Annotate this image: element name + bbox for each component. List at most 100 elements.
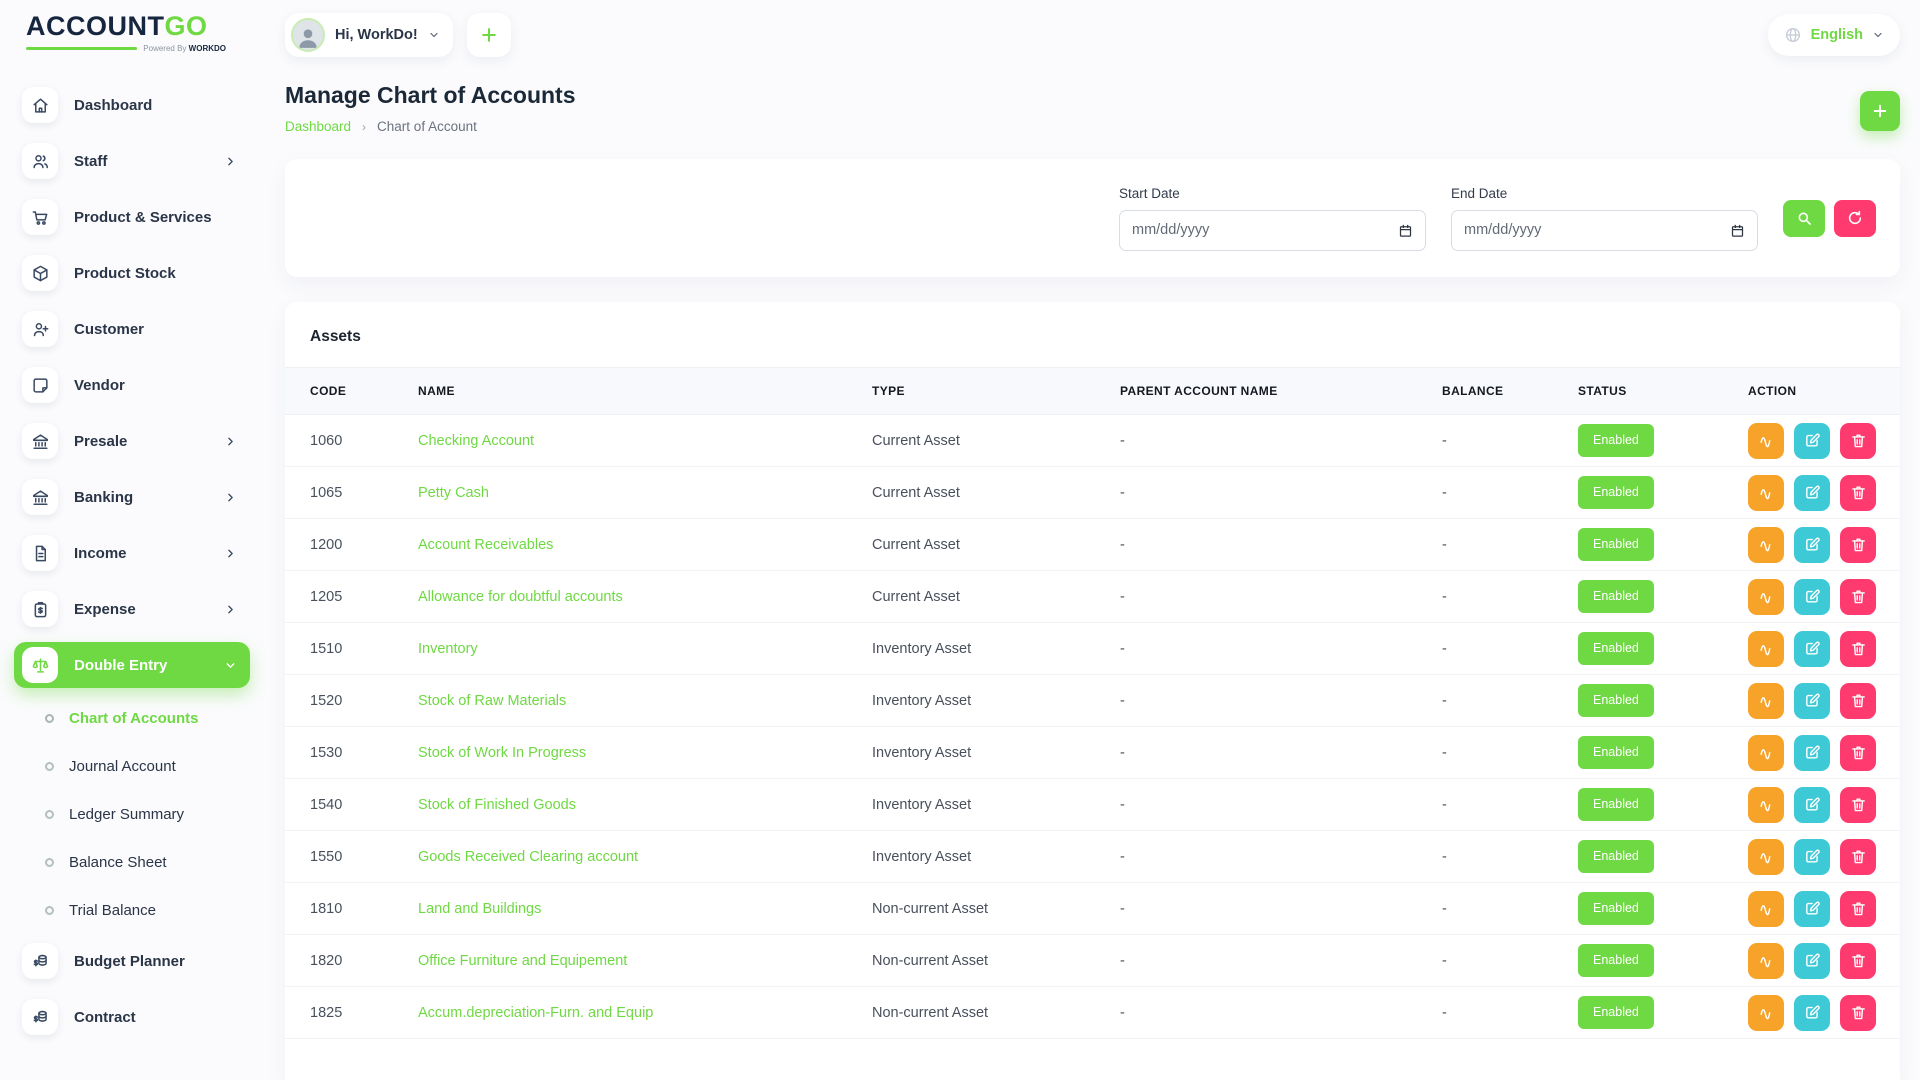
delete-button[interactable] xyxy=(1840,423,1876,459)
account-link[interactable]: Accum.depreciation-Furn. and Equip xyxy=(418,1005,653,1021)
sidebar-item-contract[interactable]: Contract xyxy=(14,994,250,1040)
activity-button[interactable] xyxy=(1748,787,1784,823)
bank-icon xyxy=(22,479,58,515)
delete-button[interactable] xyxy=(1840,527,1876,563)
delete-button[interactable] xyxy=(1840,631,1876,667)
activity-button[interactable] xyxy=(1748,735,1784,771)
edit-button[interactable] xyxy=(1794,943,1830,979)
reset-button[interactable] xyxy=(1834,200,1876,237)
delete-button[interactable] xyxy=(1840,579,1876,615)
breadcrumb: Dashboard › Chart of Account xyxy=(285,119,576,134)
edit-icon xyxy=(1804,744,1821,761)
edit-button[interactable] xyxy=(1794,995,1830,1031)
sidebar-item-income[interactable]: Income xyxy=(14,530,250,576)
sidebar-item-customer[interactable]: Customer xyxy=(14,306,250,352)
edit-button[interactable] xyxy=(1794,839,1830,875)
brand-logo[interactable]: ACCOUNTGO Powered By WORKDO xyxy=(0,0,262,58)
end-date-input[interactable]: mm/dd/yyyy xyxy=(1451,210,1758,251)
account-link[interactable]: Allowance for doubtful accounts xyxy=(418,589,623,605)
activity-button[interactable] xyxy=(1748,995,1784,1031)
quick-add-button[interactable] xyxy=(467,13,511,57)
cell-code: 1205 xyxy=(285,571,418,623)
trash-icon xyxy=(1850,588,1867,605)
activity-button[interactable] xyxy=(1748,891,1784,927)
sidebar-item-product-stock[interactable]: Product Stock xyxy=(14,250,250,296)
activity-button[interactable] xyxy=(1748,631,1784,667)
trash-icon xyxy=(1850,796,1867,813)
delete-button[interactable] xyxy=(1840,891,1876,927)
activity-icon xyxy=(1758,536,1775,553)
account-link[interactable]: Land and Buildings xyxy=(418,901,541,917)
cell-type: Non-current Asset xyxy=(872,987,1120,1039)
delete-button[interactable] xyxy=(1840,943,1876,979)
account-link[interactable]: Stock of Finished Goods xyxy=(418,797,576,813)
calendar-icon[interactable] xyxy=(1398,223,1413,238)
sidebar-subitem-ledger-summary[interactable]: Ledger Summary xyxy=(14,794,250,834)
start-date-input[interactable]: mm/dd/yyyy xyxy=(1119,210,1426,251)
column-header-code: CODE xyxy=(285,368,418,415)
sidebar-item-banking[interactable]: Banking xyxy=(14,474,250,520)
coins-icon xyxy=(22,943,58,979)
sidebar-subitem-journal-account[interactable]: Journal Account xyxy=(14,746,250,786)
delete-button[interactable] xyxy=(1840,839,1876,875)
edit-button[interactable] xyxy=(1794,735,1830,771)
account-link[interactable]: Inventory xyxy=(418,641,478,657)
column-header-action: ACTION xyxy=(1748,368,1900,415)
activity-button[interactable] xyxy=(1748,423,1784,459)
activity-button[interactable] xyxy=(1748,527,1784,563)
sidebar-subitem-trial-balance[interactable]: Trial Balance xyxy=(14,890,250,930)
edit-icon xyxy=(1804,900,1821,917)
sidebar-subitem-chart-of-accounts[interactable]: Chart of Accounts xyxy=(14,698,250,738)
edit-button[interactable] xyxy=(1794,527,1830,563)
column-header-status: STATUS xyxy=(1578,368,1748,415)
sidebar-item-expense[interactable]: Expense xyxy=(14,586,250,632)
sidebar-item-presale[interactable]: Presale xyxy=(14,418,250,464)
account-link[interactable]: Petty Cash xyxy=(418,485,489,501)
edit-button[interactable] xyxy=(1794,787,1830,823)
account-link[interactable]: Stock of Work In Progress xyxy=(418,745,586,761)
sidebar-item-double-entry[interactable]: Double Entry xyxy=(14,642,250,688)
sidebar-item-dashboard[interactable]: Dashboard xyxy=(14,82,250,128)
delete-button[interactable] xyxy=(1840,735,1876,771)
account-link[interactable]: Goods Received Clearing account xyxy=(418,849,638,865)
activity-button[interactable] xyxy=(1748,475,1784,511)
delete-button[interactable] xyxy=(1840,995,1876,1031)
breadcrumb-dashboard-link[interactable]: Dashboard xyxy=(285,119,351,134)
user-menu[interactable]: Hi, WorkDo! xyxy=(285,13,453,57)
sidebar-item-vendor[interactable]: Vendor xyxy=(14,362,250,408)
activity-button[interactable] xyxy=(1748,839,1784,875)
edit-button[interactable] xyxy=(1794,683,1830,719)
activity-button[interactable] xyxy=(1748,579,1784,615)
status-badge: Enabled xyxy=(1578,684,1654,717)
delete-button[interactable] xyxy=(1840,683,1876,719)
edit-button[interactable] xyxy=(1794,579,1830,615)
app-root: ACCOUNTGO Powered By WORKDO Dashboard St… xyxy=(0,0,1920,1080)
sidebar-item-budget-planner[interactable]: Budget Planner xyxy=(14,938,250,984)
cell-type: Inventory Asset xyxy=(872,623,1120,675)
account-link[interactable]: Office Furniture and Equipement xyxy=(418,953,627,969)
cell-balance: - xyxy=(1442,571,1578,623)
sidebar-item-staff[interactable]: Staff xyxy=(14,138,250,184)
account-link[interactable]: Stock of Raw Materials xyxy=(418,693,566,709)
edit-button[interactable] xyxy=(1794,423,1830,459)
activity-button[interactable] xyxy=(1748,683,1784,719)
status-badge: Enabled xyxy=(1578,788,1654,821)
sidebar-item-label: Product & Services xyxy=(74,209,238,226)
sidebar-item-product-services[interactable]: Product & Services xyxy=(14,194,250,240)
cell-parent: - xyxy=(1120,571,1442,623)
delete-button[interactable] xyxy=(1840,787,1876,823)
create-account-button[interactable] xyxy=(1860,91,1900,131)
edit-button[interactable] xyxy=(1794,631,1830,667)
language-selector[interactable]: English xyxy=(1768,14,1900,56)
calendar-icon[interactable] xyxy=(1730,223,1745,238)
search-button[interactable] xyxy=(1783,200,1825,237)
activity-button[interactable] xyxy=(1748,943,1784,979)
edit-button[interactable] xyxy=(1794,475,1830,511)
account-link[interactable]: Account Receivables xyxy=(418,537,553,553)
sidebar-subitem-balance-sheet[interactable]: Balance Sheet xyxy=(14,842,250,882)
account-link[interactable]: Checking Account xyxy=(418,433,534,449)
delete-button[interactable] xyxy=(1840,475,1876,511)
column-header-type: TYPE xyxy=(872,368,1120,415)
edit-button[interactable] xyxy=(1794,891,1830,927)
page-header: Manage Chart of Accounts Dashboard › Cha… xyxy=(285,82,1900,134)
